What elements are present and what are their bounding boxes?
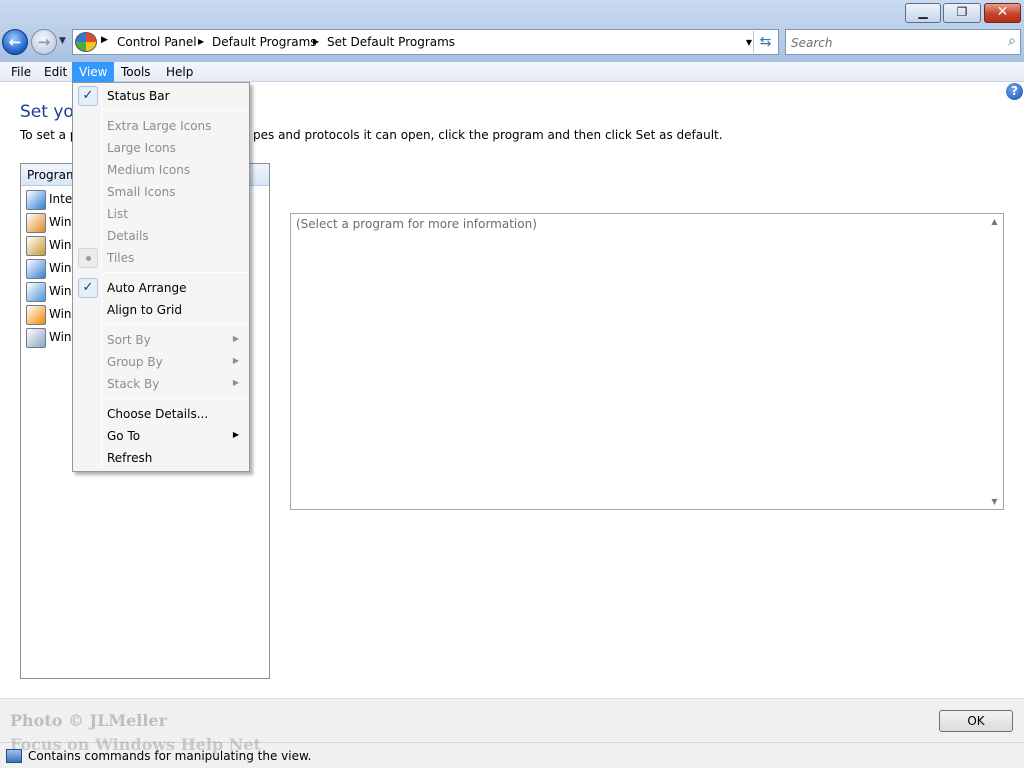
menu-item-label: Sort By <box>107 333 151 347</box>
maximize-button[interactable]: ❐ <box>943 3 981 23</box>
menu-view[interactable]: View <box>72 62 115 82</box>
menu-item-label: Extra Large Icons <box>107 119 212 133</box>
windows-mail-icon <box>26 259 46 279</box>
page-description-end: pes and protocols it can open, click the… <box>253 128 723 142</box>
submenu-arrow-icon: ▶ <box>232 378 239 387</box>
menu-item-label: Medium Icons <box>107 163 191 177</box>
menu-edit[interactable]: Edit <box>37 62 74 82</box>
breadcrumb-default-programs[interactable]: Default Programs <box>212 35 317 49</box>
checkmark-icon: ✓ <box>78 86 98 106</box>
menu-item-status-bar[interactable]: ✓ Status Bar <box>75 85 247 107</box>
scroll-down-icon[interactable]: ▼ <box>986 497 1003 506</box>
search-input[interactable]: Search ⌕ <box>785 29 1021 55</box>
status-text: Contains commands for manipulating the v… <box>28 749 312 763</box>
menu-item-go-to[interactable]: Go To ▶ <box>75 425 247 447</box>
watermark: Photo © JLMeller <box>10 711 168 730</box>
menu-item-large-icons[interactable]: Large Icons <box>75 137 247 159</box>
menu-item-group-by[interactable]: Group By ▶ <box>75 351 247 373</box>
control-panel-icon <box>75 32 97 52</box>
submenu-arrow-icon: ▶ <box>232 430 239 439</box>
minimize-button[interactable]: ▁ <box>905 3 941 23</box>
menu-item-label: Align to Grid <box>107 303 182 317</box>
back-arrow-icon: ← <box>8 33 22 51</box>
breadcrumb-set-default-programs[interactable]: Set Default Programs <box>327 35 455 49</box>
back-button[interactable]: ← <box>2 29 28 55</box>
menu-item-refresh[interactable]: Refresh <box>75 447 247 469</box>
ok-button[interactable]: OK <box>939 710 1013 732</box>
refresh-icon[interactable]: ⇆ <box>753 31 777 53</box>
menu-item-label: Small Icons <box>107 185 176 199</box>
checkmark-icon: ✓ <box>78 278 98 298</box>
close-icon: ✕ <box>996 4 1009 20</box>
breadcrumb-separator-icon[interactable]: ▶ <box>101 35 108 45</box>
menu-item-details[interactable]: Details <box>75 225 247 247</box>
internet-explorer-icon <box>26 190 46 210</box>
menu-item-label: Go To <box>107 429 141 443</box>
menu-tools[interactable]: Tools <box>114 62 158 82</box>
title-bar: ▁ ❐ ✕ ← → ▼ ▶ Control Panel ▶ Default Pr… <box>0 0 1024 62</box>
page-description-start: To set a p <box>20 128 78 142</box>
menu-separator <box>105 398 247 399</box>
menu-separator <box>105 110 247 111</box>
menu-item-list[interactable]: List <box>75 203 247 225</box>
windows-media-center-icon <box>26 328 46 348</box>
menu-item-align-to-grid[interactable]: Align to Grid <box>75 299 247 321</box>
page-description: To set a p pes and protocols it can open,… <box>20 128 723 142</box>
address-dropdown-icon[interactable]: ▼ <box>746 38 752 47</box>
menu-item-label: Large Icons <box>107 141 176 155</box>
menu-item-stack-by[interactable]: Stack By ▶ <box>75 373 247 395</box>
menu-item-label: Choose Details... <box>107 407 209 421</box>
submenu-arrow-icon: ▶ <box>232 334 239 343</box>
search-icon[interactable]: ⌕ <box>1008 33 1016 49</box>
windows-media-player-icon <box>26 305 46 325</box>
program-list-header-label: Program <box>27 168 78 182</box>
menu-item-choose-details[interactable]: Choose Details... <box>75 403 247 425</box>
recent-pages-dropdown-icon[interactable]: ▼ <box>59 36 66 46</box>
menu-separator <box>105 272 247 273</box>
menu-item-label: Tiles <box>107 251 135 265</box>
breadcrumb-separator-icon[interactable]: ▶ <box>313 37 319 46</box>
breadcrumb-control-panel[interactable]: Control Panel <box>117 35 197 49</box>
address-bar[interactable]: ▶ Control Panel ▶ Default Programs ▶ Set… <box>72 29 779 55</box>
windows-contacts-icon <box>26 236 46 256</box>
menu-file[interactable]: File <box>4 62 38 82</box>
menu-item-tiles[interactable]: Tiles <box>75 247 247 269</box>
submenu-arrow-icon: ▶ <box>232 356 239 365</box>
breadcrumb-separator-icon[interactable]: ▶ <box>198 37 204 46</box>
search-placeholder: Search <box>791 36 833 50</box>
minimize-icon: ▁ <box>918 5 928 19</box>
windows-calendar-icon <box>26 282 46 302</box>
menu-item-label: Stack By <box>107 377 160 391</box>
menu-item-label: Auto Arrange <box>107 281 187 295</box>
menu-help[interactable]: Help <box>159 62 200 82</box>
forward-button[interactable]: → <box>31 29 57 55</box>
windows-program-icon <box>26 213 46 233</box>
program-info-text: (Select a program for more information) <box>296 217 537 231</box>
program-info-panel: (Select a program for more information) … <box>290 213 1004 510</box>
menu-item-label: Refresh <box>107 451 153 465</box>
menu-item-sort-by[interactable]: Sort By ▶ <box>75 329 247 351</box>
menu-item-small-icons[interactable]: Small Icons <box>75 181 247 203</box>
help-icon[interactable]: ? <box>1006 83 1023 100</box>
radio-bullet-icon <box>78 248 98 268</box>
status-computer-icon <box>6 749 22 763</box>
restore-icon: ❐ <box>956 5 968 19</box>
close-button[interactable]: ✕ <box>984 3 1021 23</box>
menu-item-label: Group By <box>107 355 163 369</box>
menu-item-auto-arrange[interactable]: ✓ Auto Arrange <box>75 277 247 299</box>
scroll-up-icon[interactable]: ▲ <box>986 217 1003 226</box>
view-menu-dropdown: ✓ Status Bar Extra Large Icons Large Icons M… <box>72 82 250 472</box>
menu-item-label: Status Bar <box>107 89 170 103</box>
menu-item-label: List <box>107 207 128 221</box>
status-bar: Focus on Windows Help Net Contains comma… <box>0 735 1024 768</box>
forward-arrow-icon: → <box>37 33 51 51</box>
menu-bar: File Edit View Tools Help <box>0 62 1024 82</box>
menu-separator <box>105 324 247 325</box>
menu-item-label: Details <box>107 229 149 243</box>
info-panel-scrollbar[interactable]: ▲ ▼ <box>986 214 1003 509</box>
menu-item-extra-large-icons[interactable]: Extra Large Icons <box>75 115 247 137</box>
menu-item-medium-icons[interactable]: Medium Icons <box>75 159 247 181</box>
